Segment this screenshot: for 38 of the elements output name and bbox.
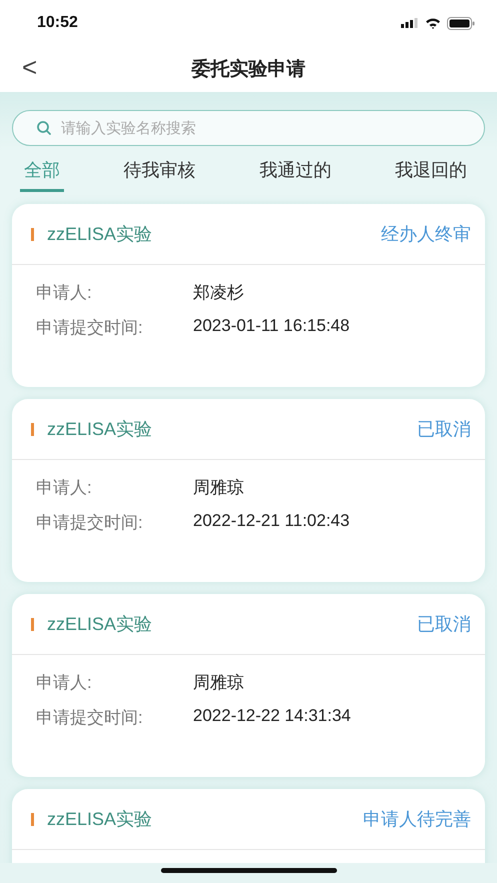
status-time: 10:52 <box>37 14 78 32</box>
field-value: 2023-01-11 16:15:48 <box>193 316 350 337</box>
tab[interactable]: 我退回的 <box>390 154 471 192</box>
search-field[interactable]: 请输入实验名称搜索 <box>12 110 485 146</box>
field-label: 申请人: <box>36 672 93 694</box>
field-label: 申请人: <box>36 282 93 304</box>
request-card[interactable]: zzELISA实验 申请人待完善 <box>12 789 485 863</box>
card-title: zzELISA实验 <box>47 613 154 636</box>
accent-bar <box>31 812 34 826</box>
back-button[interactable]: < <box>18 52 42 83</box>
field-label: 申请提交时间: <box>36 512 144 534</box>
field-value: 2022-12-21 11:02:43 <box>193 511 350 532</box>
page-title: 委托实验申请 <box>192 58 306 82</box>
battery-icon <box>447 16 475 30</box>
accent-bar <box>31 422 34 436</box>
field-value: 周雅琼 <box>193 477 244 499</box>
request-card[interactable]: zzELISA实验 已取消 申请人: 周雅琼 申请提交时间: 2022-12-22 14:31:34 <box>12 594 485 777</box>
accent-bar <box>31 618 34 630</box>
card-title: zzELISA实验 <box>47 418 154 441</box>
field-label: 申请提交时间: <box>36 317 144 339</box>
request-card[interactable]: zzELISA实验 已取消 申请人: 周雅琼 申请提交时间: 2022-12-21 11:02:43 <box>12 399 485 582</box>
signal-icon <box>401 18 419 28</box>
request-card[interactable]: zzELISA实验 经办人终审 申请人: 郑凌杉 申请提交时间: 2023-01-11 16:15:48 <box>12 204 485 387</box>
wifi-icon <box>425 17 441 29</box>
tab[interactable]: 待我审核 <box>120 154 200 192</box>
tab[interactable]: 我通过的 <box>255 154 336 192</box>
field-value: 周雅琼 <box>193 672 244 694</box>
card-title: zzELISA实验 <box>47 223 154 246</box>
field-value: 2022-12-22 14:31:34 <box>193 706 351 727</box>
status-label: 已取消 <box>417 418 471 441</box>
accent-bar <box>31 228 34 240</box>
field-label: 申请人: <box>36 477 93 499</box>
status-label: 申请人待完善 <box>363 808 471 831</box>
card-title: zzELISA实验 <box>47 808 154 831</box>
field-value: 郑凌杉 <box>193 282 244 304</box>
status-label: 经办人终审 <box>381 223 471 246</box>
status-label: 已取消 <box>417 613 471 636</box>
field-label: 申请提交时间: <box>36 707 144 729</box>
